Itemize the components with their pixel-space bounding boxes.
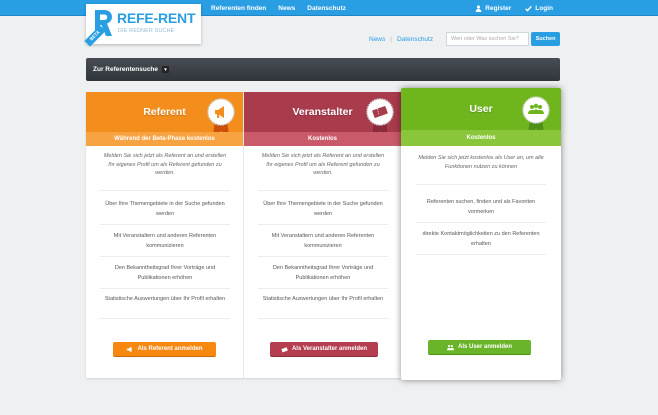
feature-item: Statistische Auswertungen über Ihr Profi… [104, 296, 226, 302]
divider [100, 288, 230, 289]
register-label: Register [485, 4, 512, 12]
feature-item: Über Ihre Themengebiete in der Suche gef… [105, 201, 225, 217]
chevron-down-icon: ▾ [162, 66, 170, 73]
users-icon [446, 344, 454, 350]
megaphone-icon [127, 346, 133, 352]
feature-item: Mit Veranstaltern und anderen Referenten… [113, 233, 217, 249]
column-description: Melden Sie sich jetzt als Referent an un… [261, 153, 385, 176]
feature-item: Über Ihre Themengebiete in der Suche gef… [263, 201, 383, 217]
divider [416, 254, 546, 255]
column-price: Kostenlos [244, 132, 401, 146]
nav-datenschutz[interactable]: Datenschutz [307, 5, 346, 12]
column-description: Melden Sie sich jetzt kostenlos als User… [418, 155, 544, 170]
column-price: Kostenlos [401, 130, 561, 146]
toolbar: Zur Referentensuche ▾ [86, 58, 560, 81]
register-referent-button[interactable]: Als Referent anmelden [113, 342, 216, 357]
sublink-news[interactable]: News [369, 36, 385, 43]
register-link[interactable]: Register [475, 5, 511, 12]
site-logo[interactable]: REFE-RENT DIE REDNER SUCHE [86, 4, 201, 44]
feature-item: Statistische Auswertungen über Ihr Profi… [262, 296, 384, 302]
feature-item: direkte Kontaktmöglichkeiten zu den Refe… [422, 231, 540, 247]
feature-item: Den Bekanntheitsgrad Ihrer Vorträge und … [114, 265, 216, 281]
pricing-column-user: User Kostenlos Melden Sie sich jetzt kos… [401, 88, 561, 380]
logo-name: REFE-RENT [117, 10, 196, 26]
search-input[interactable] [446, 32, 529, 46]
divider [416, 184, 546, 185]
search-button[interactable]: Suchen [531, 32, 560, 46]
column-description: Melden Sie sich jetzt als Referent an un… [103, 153, 227, 176]
user-icon [475, 5, 482, 12]
nav-news[interactable]: News [278, 5, 295, 12]
divider [258, 224, 388, 225]
divider [100, 190, 230, 191]
feature-item: Mit Veranstaltern und anderen Referenten… [271, 233, 375, 249]
pricing-column-referent: Referent Während der Beta-Phase kostenlo… [86, 92, 244, 378]
divider [258, 190, 388, 191]
button-label: Als User anmelden [457, 344, 513, 350]
account-links: Register Login [475, 0, 553, 16]
checkmark-icon [525, 5, 533, 12]
feature-item: Referenten suchen, finden und als Favori… [426, 199, 536, 215]
divider [100, 256, 230, 257]
sublink-datenschutz[interactable]: Datenschutz [397, 36, 433, 43]
column-price: Während der Beta-Phase kostenlos [86, 132, 243, 146]
dropdown-label: Zur Referentensuche [93, 66, 159, 73]
register-veranstalter-button[interactable]: Als Veranstalter anmelden [270, 342, 378, 357]
divider [416, 222, 546, 223]
divider [100, 224, 230, 225]
ticket-icon [281, 346, 288, 352]
button-label: Als Veranstalter anmelden [291, 346, 368, 352]
login-label: Login [535, 4, 553, 12]
register-user-button[interactable]: Als User anmelden [428, 340, 531, 355]
login-link[interactable]: Login [525, 5, 553, 12]
divider [258, 318, 388, 319]
sublink-separator: | [390, 36, 392, 43]
nav-referenten-finden[interactable]: Referenten finden [211, 5, 266, 12]
feature-item: Den Bekanntheitsgrad Ihrer Vorträge und … [272, 265, 374, 281]
divider [100, 318, 230, 319]
sub-links: News | Datenschutz [369, 36, 433, 43]
divider [258, 256, 388, 257]
pricing-column-veranstalter: Veranstalter Kostenlos Melden Sie sich j… [244, 92, 402, 378]
top-nav-links: Referenten finden News Datenschutz [211, 0, 346, 16]
divider [258, 288, 388, 289]
referentensuche-dropdown[interactable]: Zur Referentensuche ▾ [93, 63, 170, 76]
button-label: Als Referent anmelden [137, 346, 203, 352]
logo-tagline: DIE REDNER SUCHE [118, 28, 175, 34]
